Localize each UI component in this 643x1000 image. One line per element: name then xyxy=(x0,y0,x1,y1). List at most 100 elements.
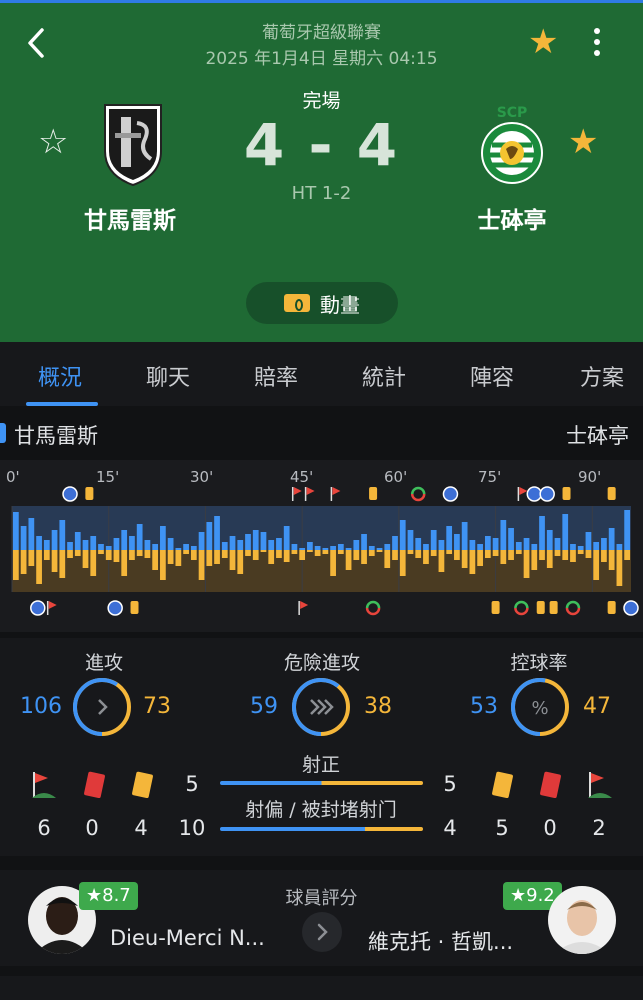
away-momentum-bar xyxy=(407,550,414,554)
away-momentum-bar xyxy=(477,550,483,566)
home-momentum-bar xyxy=(183,544,189,550)
home-player-name[interactable]: Dieu-Merci N... xyxy=(110,926,265,950)
away-momentum-bar xyxy=(260,550,267,552)
tab-bar: 概況 聊天 賠率 統計 陣容 方案 xyxy=(0,342,643,406)
shots-on-away: 5 xyxy=(443,772,457,796)
away-red-card-icon xyxy=(540,771,561,799)
away-momentum-bar xyxy=(570,550,576,562)
chevron-right-icon xyxy=(317,923,328,941)
home-momentum-bar xyxy=(608,528,615,550)
away-team-name[interactable]: 士砵亭 xyxy=(422,201,602,235)
substitution-event-icon xyxy=(514,600,529,609)
away-momentum-bar xyxy=(601,550,607,562)
triple-chevron-icon xyxy=(310,699,334,715)
away-player-avatar[interactable] xyxy=(548,886,616,954)
momentum-chart: 0' 15' 30' 45' 60' 75' 90' xyxy=(0,460,643,632)
home-yellow-card-icon xyxy=(132,771,153,799)
away-momentum-bar xyxy=(245,550,251,556)
home-momentum-bar xyxy=(260,532,267,550)
substitution-event-icon xyxy=(410,486,426,495)
away-yellow-card-icon xyxy=(492,771,513,799)
home-momentum-bar xyxy=(523,538,530,550)
substitution-event-icon xyxy=(365,607,381,616)
tab-lineups[interactable]: 陣容 xyxy=(470,360,514,392)
away-momentum-bar xyxy=(67,550,73,558)
away-corner-flag-icon xyxy=(588,772,612,798)
home-momentum-bar xyxy=(415,538,422,550)
away-momentum-bar xyxy=(539,550,545,560)
corner-flag-event-icon xyxy=(300,601,309,609)
home-momentum-bar xyxy=(67,542,73,550)
home-momentum-bar xyxy=(531,544,538,550)
away-team-crest[interactable]: SCP xyxy=(480,103,544,187)
home-team-name[interactable]: 甘馬雷斯 xyxy=(40,201,220,235)
percent-icon: % xyxy=(531,698,548,719)
away-momentum-bar xyxy=(105,550,112,560)
away-momentum-bar xyxy=(461,550,468,568)
home-momentum-bar xyxy=(353,540,360,550)
possession-away: 47 xyxy=(583,694,611,719)
more-options-icon[interactable] xyxy=(590,25,604,59)
attack-ring xyxy=(73,678,131,736)
away-momentum-bar xyxy=(43,550,50,560)
animation-label: 動畫 xyxy=(320,292,360,317)
away-momentum-bar xyxy=(307,550,313,552)
away-momentum-bar xyxy=(322,550,329,554)
tab-stats[interactable]: 統計 xyxy=(362,360,406,392)
away-momentum-bar xyxy=(616,550,623,586)
home-momentum-bar xyxy=(59,520,66,550)
home-momentum-bar xyxy=(585,532,592,550)
player-ratings[interactable]: 球員評分 ★8.7 Dieu-Merci N... 維克托 · 哲凱... ★9… xyxy=(0,870,643,966)
stats-panel: 進攻 危險進攻 控球率 106 73 59 38 53 % 47 6 0 4 5… xyxy=(0,638,643,856)
home-momentum-bar xyxy=(206,522,213,550)
away-momentum-bar xyxy=(515,550,522,554)
tab-chat[interactable]: 聊天 xyxy=(146,360,190,392)
tab-overview[interactable]: 概況 xyxy=(38,360,82,392)
favorite-match-star-icon[interactable]: ★ xyxy=(528,25,558,59)
home-momentum-bar xyxy=(190,546,197,550)
home-momentum-bar xyxy=(160,526,166,550)
away-player-name[interactable]: 維克托 · 哲凱... xyxy=(368,926,513,956)
animation-button[interactable]: 動畫 xyxy=(246,282,398,324)
substitution-event-icon xyxy=(565,600,581,609)
away-momentum-bar xyxy=(13,550,19,580)
home-momentum-bar xyxy=(51,530,58,550)
home-momentum-bar xyxy=(36,536,42,550)
home-momentum-bar xyxy=(345,548,352,550)
yellow-card-event-icon xyxy=(130,601,139,614)
away-momentum-bar xyxy=(129,550,135,560)
substitution-event-icon xyxy=(565,607,581,616)
home-momentum-bar xyxy=(74,532,81,550)
shots-off-away: 4 xyxy=(443,816,457,840)
home-momentum-bar xyxy=(175,548,182,550)
home-momentum-bar xyxy=(43,540,50,550)
ratings-next-button[interactable] xyxy=(302,912,342,952)
goal-ball-event-icon xyxy=(107,600,123,616)
away-momentum-bar xyxy=(51,550,58,572)
home-momentum-bar xyxy=(98,544,104,550)
home-momentum-bar xyxy=(229,536,236,550)
home-momentum-bar xyxy=(198,532,205,550)
away-momentum-bar xyxy=(82,550,89,568)
away-momentum-bar xyxy=(190,550,197,560)
away-momentum-bar xyxy=(562,550,569,560)
yellow-card-event-icon xyxy=(549,601,558,614)
away-momentum-bar xyxy=(368,550,375,556)
away-momentum-bar xyxy=(237,550,244,574)
home-momentum-bar xyxy=(570,544,576,550)
svg-text:SCP: SCP xyxy=(497,105,528,121)
away-momentum-bar xyxy=(469,550,476,574)
home-momentum-bar xyxy=(539,516,545,550)
home-momentum-bar xyxy=(330,546,336,550)
follow-away-star-icon[interactable]: ★ xyxy=(568,125,598,159)
home-momentum-bar xyxy=(214,516,220,550)
home-momentum-bar xyxy=(167,538,174,550)
home-momentum-bar xyxy=(276,538,282,550)
tab-odds[interactable]: 賠率 xyxy=(254,360,298,392)
substitution-event-icon xyxy=(410,493,426,502)
tab-tips[interactable]: 方案 xyxy=(580,360,624,392)
away-momentum-bar xyxy=(90,550,97,576)
home-momentum-bar xyxy=(430,530,437,550)
momentum-svg xyxy=(11,486,639,616)
away-momentum-bar xyxy=(113,550,120,562)
